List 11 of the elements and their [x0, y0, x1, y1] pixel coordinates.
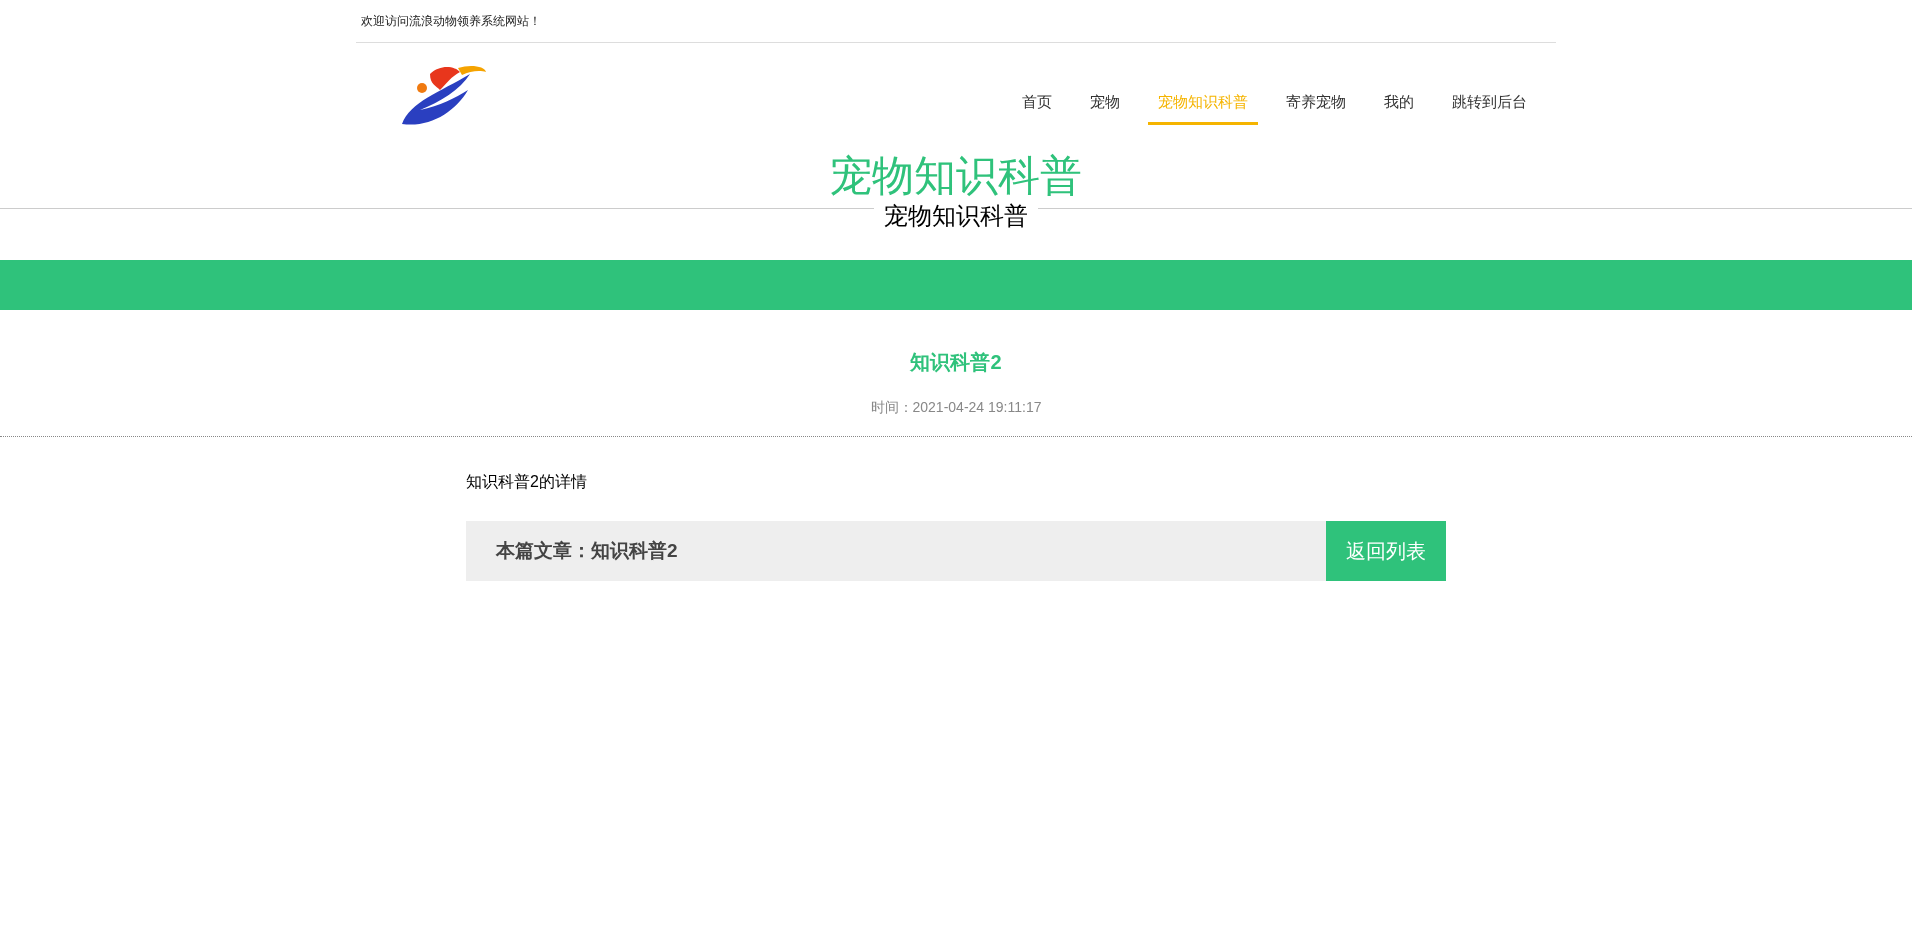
nav-link[interactable]: 宠物: [1080, 91, 1130, 125]
article-body: 知识科普2的详情: [466, 472, 588, 492]
nav-link[interactable]: 寄养宠物: [1276, 91, 1356, 125]
nav-link[interactable]: 首页: [1012, 91, 1062, 125]
nav-link[interactable]: 跳转到后台: [1442, 91, 1537, 125]
welcome-text: 欢迎访问流浪动物领养系统网站！: [361, 13, 541, 30]
article-title: 知识科普2: [909, 350, 1003, 375]
nav-link[interactable]: 我的: [1374, 91, 1424, 125]
page-title: 宠物知识科普: [830, 153, 1082, 199]
article-time: 时间：2021-04-24 19:11:17: [869, 398, 1043, 417]
article-footer-label: 本篇文章：知识科普2: [496, 538, 678, 563]
